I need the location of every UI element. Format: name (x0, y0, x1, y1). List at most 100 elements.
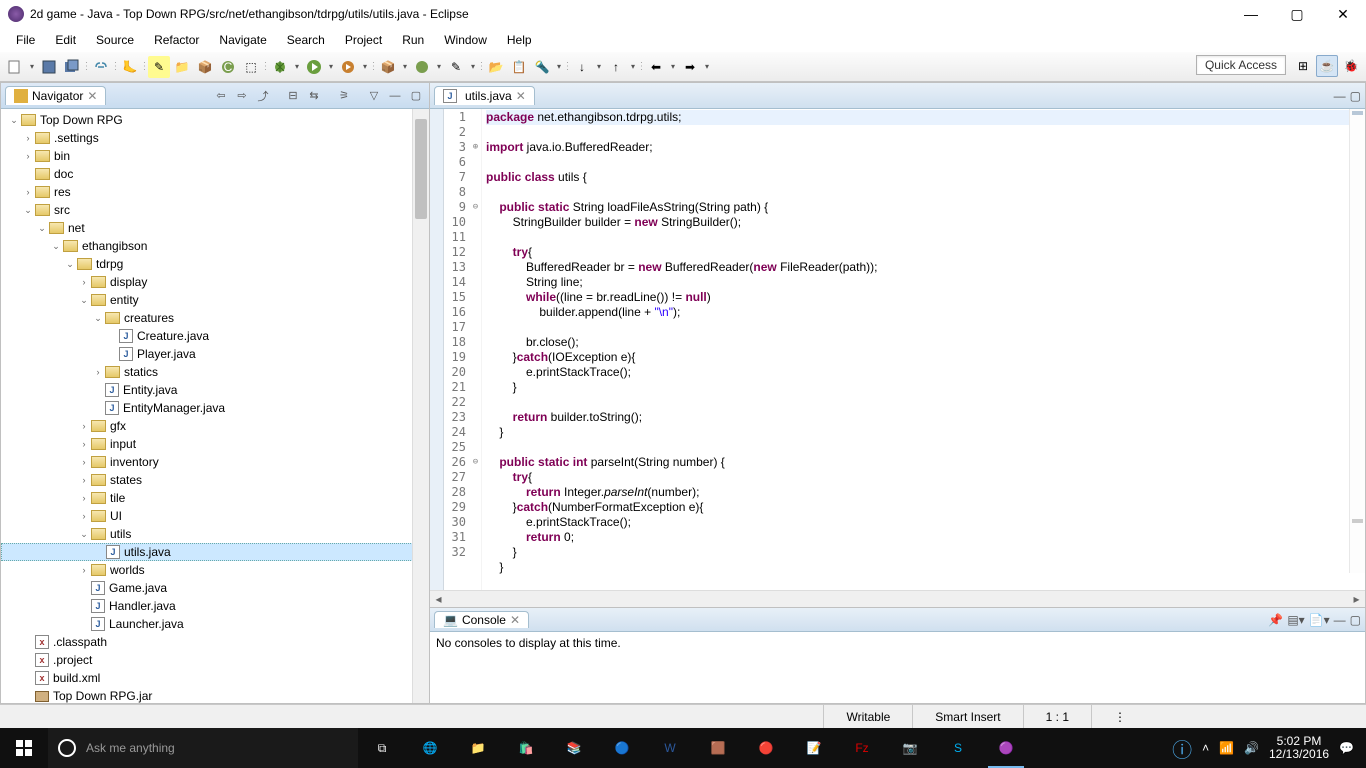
tree-item[interactable]: Handler.java (1, 597, 429, 615)
close-tab-icon[interactable]: ✕ (87, 89, 97, 103)
java-perspective-button[interactable]: ☕ (1316, 55, 1338, 77)
debug-skip-button[interactable]: 🦶 (119, 56, 141, 78)
link-button[interactable] (90, 56, 112, 78)
store-icon[interactable]: 🛍️ (502, 728, 550, 768)
tree-item[interactable]: ⌄src (1, 201, 429, 219)
menu-project[interactable]: Project (335, 30, 392, 50)
help-icon[interactable]: ⓘ (1172, 734, 1192, 763)
task-view-icon[interactable]: ⧉ (358, 728, 406, 768)
overview-ruler[interactable] (1349, 109, 1365, 573)
save-button[interactable] (38, 56, 60, 78)
minimize-button[interactable]: ― (1228, 0, 1274, 28)
tree-item[interactable]: Creature.java (1, 327, 429, 345)
run-button[interactable] (303, 56, 325, 78)
toggle-button[interactable]: ⬚ (240, 56, 262, 78)
tree-item[interactable]: ›states (1, 471, 429, 489)
tree-item[interactable]: ›.settings (1, 129, 429, 147)
quick-access[interactable]: Quick Access (1196, 55, 1286, 75)
open-perspective-button[interactable]: ⊞ (1292, 55, 1314, 77)
forward-button[interactable]: ➡ (679, 56, 701, 78)
open-type-button[interactable]: 📂 (485, 56, 507, 78)
navigator-tree[interactable]: ⌄Top Down RPG›.settings›bindoc›res⌄src⌄n… (1, 109, 429, 703)
edge-icon[interactable]: 🌐 (406, 728, 454, 768)
scrollbar[interactable] (412, 109, 429, 703)
run-last-button[interactable] (337, 56, 359, 78)
nav-back-icon[interactable]: ⇦ (212, 87, 230, 105)
notifications-icon[interactable]: 💬 (1339, 741, 1354, 755)
close-editor-icon[interactable]: ✕ (516, 89, 526, 103)
chrome-icon[interactable]: 🔴 (742, 728, 790, 768)
tray-up-icon[interactable]: ˄ (1202, 741, 1209, 755)
new-package-button[interactable]: 📦 (377, 56, 399, 78)
maximize-view-icon[interactable]: ▢ (407, 87, 425, 105)
marker-bar[interactable] (430, 109, 444, 590)
tree-item[interactable]: ⌄ethangibson (1, 237, 429, 255)
tree-item[interactable]: ⌄net (1, 219, 429, 237)
skype-icon[interactable]: S (934, 728, 982, 768)
tree-item[interactable]: ⌄creatures (1, 309, 429, 327)
tree-item[interactable]: EntityManager.java (1, 399, 429, 417)
tree-item[interactable]: Top Down RPG.jar (1, 687, 429, 703)
menu-refactor[interactable]: Refactor (144, 30, 209, 50)
tree-item[interactable]: ›statics (1, 363, 429, 381)
tree-item[interactable]: ⌄Top Down RPG (1, 111, 429, 129)
tree-item[interactable]: ›display (1, 273, 429, 291)
new-button[interactable] (4, 56, 26, 78)
tree-item[interactable]: ›input (1, 435, 429, 453)
tree-item[interactable]: Player.java (1, 345, 429, 363)
minimize-console-icon[interactable]: ― (1334, 613, 1346, 627)
tree-item[interactable]: .project (1, 651, 429, 669)
collapse-all-icon[interactable]: ⊟ (284, 87, 302, 105)
eclipse-taskbar-icon[interactable]: 🟣 (982, 728, 1030, 768)
nav-forward-icon[interactable]: ⇨ (233, 87, 251, 105)
link-editor-icon[interactable]: ⇆ (305, 87, 323, 105)
display-console-icon[interactable]: ▤▾ (1287, 613, 1304, 627)
code-content[interactable]: package net.ethangibson.tdrpg.utils; imp… (482, 109, 1365, 590)
minimize-editor-icon[interactable]: ― (1334, 89, 1346, 103)
tree-item[interactable]: ⌄utils (1, 525, 429, 543)
app-icon-2[interactable]: 📷 (886, 728, 934, 768)
tree-item[interactable]: ›UI (1, 507, 429, 525)
maximize-button[interactable]: ▢ (1274, 0, 1320, 28)
horizontal-scrollbar[interactable]: ◂▸ (430, 590, 1365, 607)
tree-item[interactable]: ›inventory (1, 453, 429, 471)
close-button[interactable]: ✕ (1320, 0, 1366, 28)
nav-up-icon[interactable]: ⤴ (254, 87, 272, 105)
filter-icon[interactable]: ⚞ (335, 87, 353, 105)
maximize-editor-icon[interactable]: ▢ (1350, 89, 1361, 103)
open-task-button[interactable]: 📋 (508, 56, 530, 78)
menu-edit[interactable]: Edit (45, 30, 86, 50)
fold-column[interactable]: ⊕ ⊖ ⊖ (470, 109, 482, 590)
console-tab[interactable]: 💻 Console ✕ (434, 611, 529, 628)
menu-search[interactable]: Search (277, 30, 335, 50)
word-icon[interactable]: W (646, 728, 694, 768)
tree-item[interactable]: ›res (1, 183, 429, 201)
tree-item[interactable]: ›gfx (1, 417, 429, 435)
code-editor[interactable]: 1236789101112131415161718192021222324252… (430, 109, 1365, 590)
open-console-icon[interactable]: 📄▾ (1309, 613, 1330, 627)
menu-navigate[interactable]: Navigate (209, 30, 276, 50)
network-icon[interactable]: 📶 (1219, 741, 1234, 755)
tree-item[interactable]: doc (1, 165, 429, 183)
tree-item[interactable]: utils.java (1, 543, 429, 561)
tree-item[interactable]: build.xml (1, 669, 429, 687)
tree-item[interactable]: ›worlds (1, 561, 429, 579)
tree-item[interactable]: ›bin (1, 147, 429, 165)
navigator-tab[interactable]: Navigator ✕ (5, 86, 106, 105)
app-icon-1[interactable]: 🔵 (598, 728, 646, 768)
menu-file[interactable]: File (6, 30, 45, 50)
search-button[interactable]: 🔦 (531, 56, 553, 78)
class-button[interactable]: C (217, 56, 239, 78)
view-menu-icon[interactable]: ▽ (365, 87, 383, 105)
menu-help[interactable]: Help (497, 30, 542, 50)
tree-item[interactable]: Game.java (1, 579, 429, 597)
cortana-search[interactable]: Ask me anything (48, 728, 358, 768)
file-explorer-icon[interactable]: 📁 (454, 728, 502, 768)
highlight-button[interactable]: ✎ (148, 56, 170, 78)
winrar-icon[interactable]: 📚 (550, 728, 598, 768)
debug-button[interactable] (269, 56, 291, 78)
pin-console-icon[interactable]: 📌 (1268, 613, 1283, 627)
menu-window[interactable]: Window (434, 30, 497, 50)
close-console-icon[interactable]: ✕ (510, 613, 520, 627)
status-menu[interactable]: ⋮ (1091, 705, 1136, 728)
